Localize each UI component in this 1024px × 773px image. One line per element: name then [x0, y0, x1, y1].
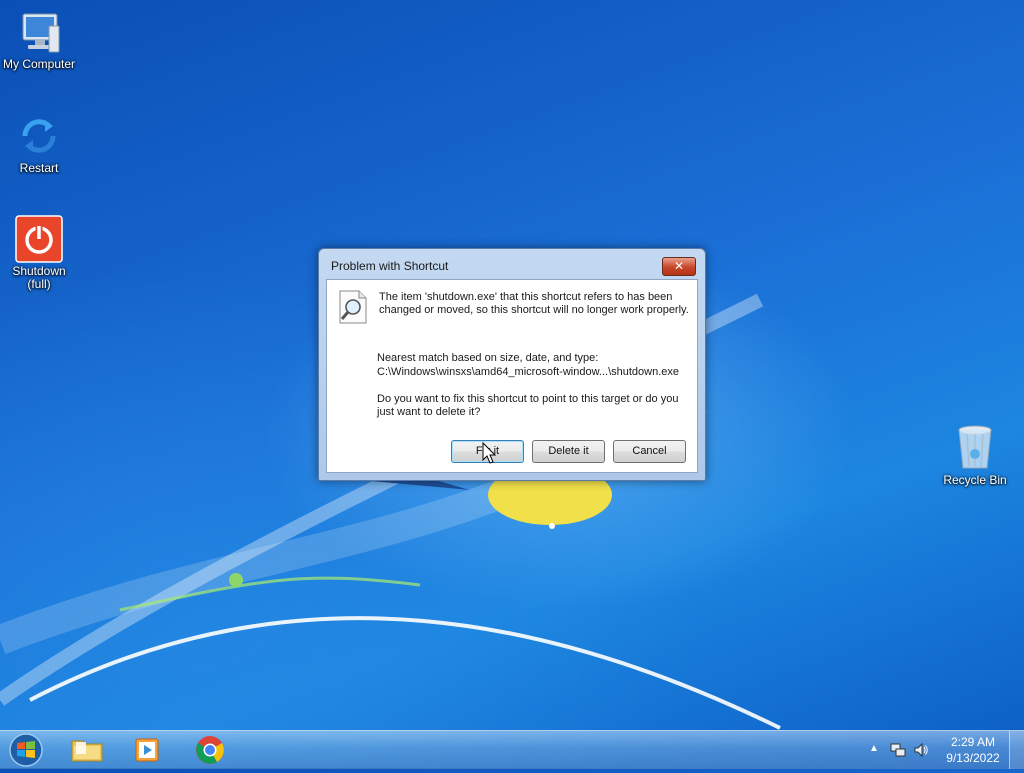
desktop-icon-label: Restart: [19, 161, 59, 175]
desktop-icon-label: Recycle Bin: [943, 473, 1007, 487]
close-button[interactable]: ✕: [662, 257, 696, 276]
taskbar: ▲ 2:29 AM 9/13/2022: [0, 730, 1024, 769]
shortcut-search-icon: [339, 290, 367, 324]
delete-it-button[interactable]: Delete it: [532, 440, 605, 463]
system-clock[interactable]: 2:29 AM 9/13/2022: [938, 734, 1008, 766]
dialog-titlebar[interactable]: Problem with Shortcut ✕: [319, 249, 705, 279]
network-icon[interactable]: [890, 742, 906, 758]
clock-time: 2:29 AM: [950, 735, 996, 749]
windows-logo-icon: [9, 733, 43, 767]
mouse-cursor-icon: [482, 442, 496, 464]
clock-date: 9/13/2022: [946, 751, 1000, 765]
volume-icon[interactable]: [913, 742, 929, 758]
desktop-icon-label: My Computer: [2, 57, 76, 71]
desktop-icon-restart[interactable]: Restart: [0, 112, 79, 175]
taskbar-windows-explorer[interactable]: [67, 733, 107, 767]
nearest-match-text: Nearest match based on size, date, and t…: [377, 351, 693, 379]
show-hidden-icons-button[interactable]: ▲: [869, 743, 879, 754]
power-icon: [15, 215, 63, 263]
problem-with-shortcut-dialog: Problem with Shortcut ✕ The item 'shutdo…: [318, 248, 706, 481]
taskbar-media-player[interactable]: [127, 733, 167, 767]
nearest-match-path: C:\Windows\winsxs\amd64_microsoft-window…: [377, 366, 680, 378]
dialog-title: Problem with Shortcut: [331, 259, 449, 273]
start-button[interactable]: [7, 732, 45, 768]
desktop-icon-label: Shutdown (full): [12, 264, 66, 291]
desktop-icon-recycle-bin[interactable]: Recycle Bin: [935, 424, 1015, 487]
show-desktop-button[interactable]: [1009, 731, 1024, 769]
dialog-question: Do you want to fix this shortcut to poin…: [377, 393, 679, 418]
close-icon: ✕: [673, 259, 685, 273]
chrome-icon: [196, 736, 224, 764]
dialog-body: The item 'shutdown.exe' that this shortc…: [326, 279, 698, 473]
desktop-icon-my-computer[interactable]: My Computer: [0, 8, 79, 71]
computer-icon: [15, 8, 63, 56]
folder-icon: [71, 740, 103, 762]
media-player-icon: [135, 738, 159, 762]
recycle-bin-icon: [951, 424, 999, 472]
refresh-icon: [15, 112, 63, 160]
nearest-match-label: Nearest match based on size, date, and t…: [377, 352, 599, 364]
taskbar-chrome[interactable]: [190, 733, 230, 767]
desktop-icon-shutdown[interactable]: Shutdown (full): [0, 215, 79, 291]
cancel-button[interactable]: Cancel: [613, 440, 686, 463]
dialog-message: The item 'shutdown.exe' that this shortc…: [379, 291, 689, 316]
